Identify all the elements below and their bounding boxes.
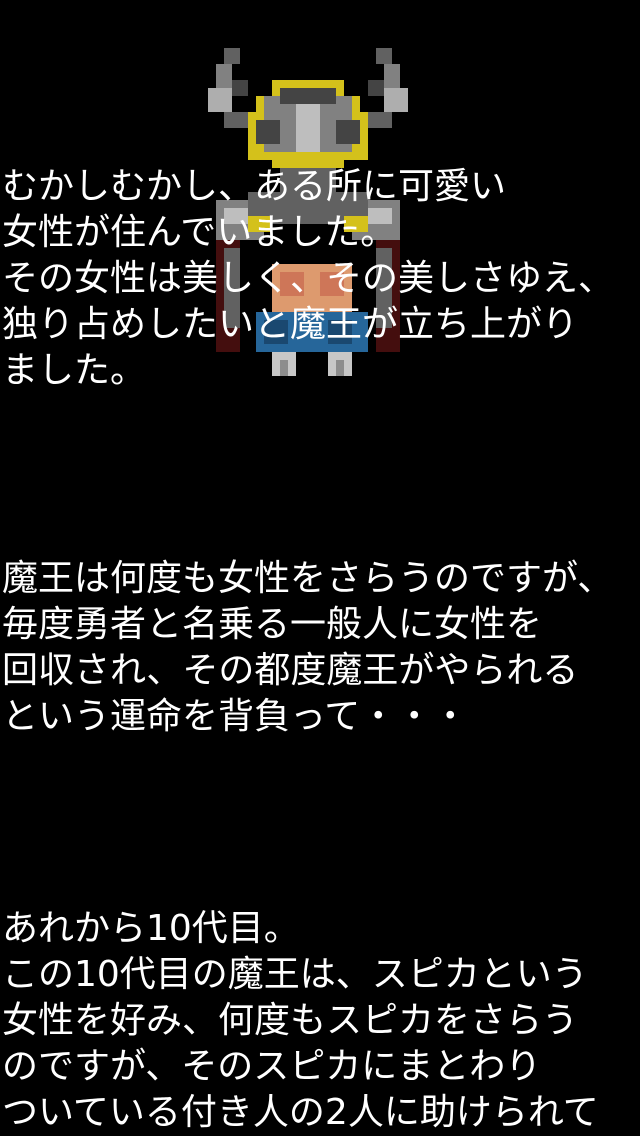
story-line: のですが、そのスピカにまとわり [2,1046,542,1087]
story-line: あれから10代目。 [2,908,300,949]
story-line: 魔王は何度も女性をさらうのですが、 [2,558,614,599]
story-line: 毎度勇者と名乗る一般人に女性を [2,604,543,645]
story-line: 独り占めしたいと魔王が立ち上がり [2,304,579,345]
story-line: という運命を背負って・・・ [2,696,469,737]
story-line: ついている付き人の2人に助けられて [2,1092,599,1133]
story-line: 回収され、その都度魔王がやられる [2,650,579,691]
story-line: 女性が住んでいました。 [2,212,397,253]
story-line: この10代目の魔王は、スピカという [2,954,588,995]
story-line: むかしむかし、ある所に可愛い [2,166,507,207]
story-screen[interactable]: むかしむかし、ある所に可愛い 女性が住んでいました。 その女性は美しく、その美し… [0,0,640,1136]
story-paragraph-3: あれから10代目。 この10代目の魔王は、スピカという 女性を好み、何度もスピカ… [2,906,638,1136]
horn-right [368,48,408,128]
story-paragraph-1: むかしむかし、ある所に可愛い 女性が住んでいました。 その女性は美しく、その美し… [2,164,638,394]
horn-left [208,48,248,128]
story-line: ました。 [2,350,147,391]
story-paragraph-2: 魔王は何度も女性をさらうのですが、 毎度勇者と名乗る一般人に女性を 回収され、そ… [2,556,638,740]
story-line: その女性は美しく、その美しさゆえ、 [2,258,615,299]
story-line: 女性を好み、何度もスピカをさらう [2,1000,579,1041]
